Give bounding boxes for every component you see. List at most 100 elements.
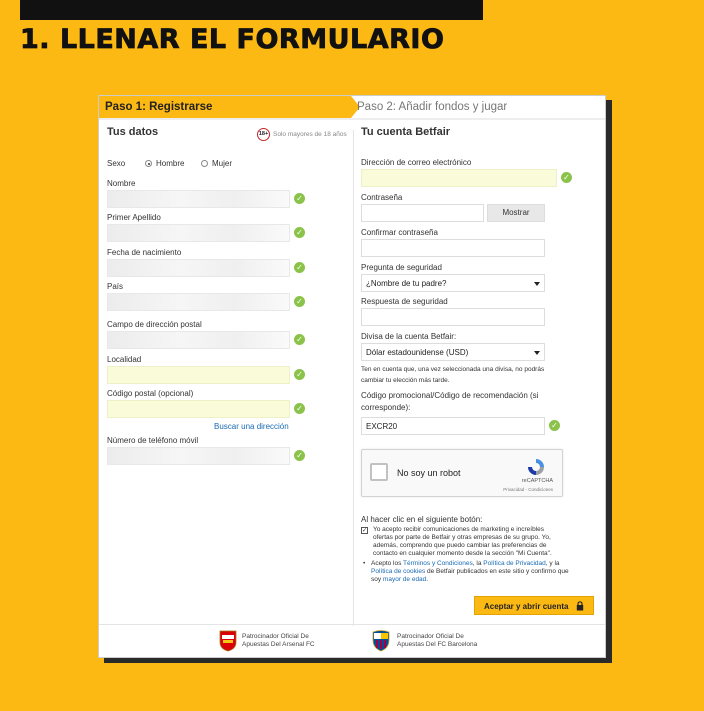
promo-input[interactable]: EXCR20 [361, 417, 545, 435]
accept-open-account-button[interactable]: Aceptar y abrir cuenta [474, 596, 594, 615]
mostrar-button[interactable]: Mostrar [487, 204, 545, 222]
apellido-input[interactable] [107, 224, 290, 242]
radio-mujer[interactable]: Mujer [201, 159, 232, 168]
radio-button-mujer[interactable] [201, 160, 208, 167]
promo-label: Código promocional/Código de recomendaci… [361, 390, 538, 414]
marketing-consent-text: Yo acepto recibir comunicaciones de mark… [373, 526, 552, 558]
personal-details-section: Tus datos 18+ Solo mayores de 18 años Se… [107, 126, 347, 465]
account-section: Tu cuenta Betfair Dirección de correo el… [361, 126, 601, 615]
marketing-line3: además, comprendo que puedo cambiar las … [373, 542, 547, 549]
codigo-postal-label: Código postal (opcional) [107, 389, 194, 398]
chevron-down-icon [534, 351, 540, 355]
age-restriction-note: 18+ Solo mayores de 18 años [257, 128, 347, 141]
pais-valid-icon: ✓ [294, 296, 305, 307]
lock-icon [576, 601, 584, 611]
privacidad-link[interactable]: Política de Privacidad [483, 560, 546, 567]
recaptcha-widget: No soy un robot reCAPTCHA Privacidad - C… [361, 449, 563, 497]
fecha-nacimiento-input[interactable] [107, 259, 290, 277]
marketing-line2: ofertas por parte de Betfair y otras emp… [373, 534, 551, 541]
email-label: Dirección de correo electrónico [361, 158, 472, 167]
step-bar: Paso 1: Registrarse Paso 2: Añadir fondo… [99, 96, 605, 120]
codigo-postal-input[interactable] [107, 400, 290, 418]
terms-text-d: de Betfair publicados en este sitio y co… [425, 568, 569, 575]
age-note-text: Solo mayores de 18 años [273, 131, 347, 138]
sexo-label: Sexo [107, 159, 126, 168]
direccion-valid-icon: ✓ [294, 334, 305, 345]
divisa-note-line2: cambiar tu elección más tarde. [361, 377, 450, 384]
terms-text-f: . [426, 576, 429, 583]
terms-text-c: , y la [545, 560, 560, 567]
promo-label-line2: corresponde): [361, 403, 411, 412]
section-title-cuenta: Tu cuenta Betfair [361, 126, 451, 138]
respuesta-input[interactable] [361, 308, 545, 326]
apellido-valid-icon: ✓ [294, 227, 305, 238]
fecha-nacimiento-label: Fecha de nacimiento [107, 248, 182, 257]
telefono-label: Número de teléfono móvil [107, 436, 199, 445]
terms-bullet: • [363, 560, 366, 567]
codigo-postal-valid-icon: ✓ [294, 403, 305, 414]
step-divider [99, 118, 605, 120]
respuesta-label: Respuesta de seguridad [361, 297, 448, 306]
marketing-line1: Yo acepto recibir comunicaciones de mark… [373, 526, 545, 533]
cookies-link[interactable]: Política de cookies [371, 568, 425, 575]
chevron-down-icon [534, 282, 540, 286]
marketing-checkbox[interactable]: ✓ [361, 527, 368, 534]
recaptcha-terms-link[interactable]: Privacidad - Condiciones [503, 487, 553, 492]
arsenal-line1: Patrocinador Oficial De [242, 633, 309, 640]
marketing-line4: contacto en cualquier momento desde la s… [373, 550, 552, 557]
barca-line2: Apuestas Del FC Barcelona [397, 641, 478, 648]
direccion-input[interactable] [107, 331, 290, 349]
radio-button-hombre[interactable] [145, 160, 152, 167]
confirmar-input[interactable] [361, 239, 545, 257]
buscar-direccion-link[interactable]: Buscar una dirección [214, 422, 289, 431]
promo-valid-icon: ✓ [549, 420, 560, 431]
top-banner-bar [20, 0, 483, 20]
al-hacer-clic-label: Al hacer clic en el siguiente botón: [361, 515, 483, 524]
radio-label-mujer: Mujer [212, 159, 233, 168]
column-divider [353, 130, 354, 626]
nombre-input[interactable] [107, 190, 290, 208]
confirmar-label: Confirmar contraseña [361, 228, 438, 237]
pregunta-value: ¿Nombre de tu padre? [366, 279, 447, 288]
recaptcha-checkbox[interactable] [370, 463, 388, 481]
arsenal-line2: Apuestas Del Arsenal FC [242, 641, 315, 648]
terminos-link[interactable]: Términos y Condiciones [403, 560, 473, 567]
fc-barcelona-crest-icon [372, 630, 390, 652]
terms-text-b: , la [472, 560, 484, 567]
accept-button-label: Aceptar y abrir cuenta [484, 602, 569, 611]
step-1-tab[interactable]: Paso 1: Registrarse [99, 96, 351, 118]
direccion-label: Campo de dirección postal [107, 320, 202, 329]
divisa-value: Dólar estadounidense (USD) [366, 348, 469, 357]
arsenal-sponsor-text: Patrocinador Oficial De Apuestas Del Ars… [242, 633, 315, 649]
contrasena-label: Contraseña [361, 193, 403, 202]
localidad-label: Localidad [107, 355, 142, 364]
step-2-tab[interactable]: Paso 2: Añadir fondos y jugar [357, 101, 507, 113]
page-headline: 1. LLENAR EL FORMULARIO [20, 24, 445, 56]
nombre-label: Nombre [107, 179, 136, 188]
terms-text: Acepto los Términos y Condiciones, la Po… [371, 560, 601, 584]
recaptcha-label: No soy un robot [397, 468, 461, 478]
radio-label-hombre: Hombre [156, 159, 185, 168]
pregunta-label: Pregunta de seguridad [361, 263, 442, 272]
promo-value: EXCR20 [366, 422, 398, 431]
localidad-input[interactable] [107, 366, 290, 384]
mayor-edad-link[interactable]: mayor de edad [383, 576, 426, 583]
telefono-valid-icon: ✓ [294, 450, 305, 461]
terms-text-e: soy [371, 576, 383, 583]
contrasena-input[interactable] [361, 204, 484, 222]
pais-select[interactable] [107, 293, 290, 311]
barca-line1: Patrocinador Oficial De [397, 633, 464, 640]
fecha-valid-icon: ✓ [294, 262, 305, 273]
email-valid-icon: ✓ [561, 172, 572, 183]
email-input[interactable] [361, 169, 557, 187]
divisa-note-line1: Ten en cuenta que, una vez seleccionada … [361, 366, 545, 373]
radio-hombre[interactable]: Hombre [145, 159, 184, 168]
telefono-input[interactable] [107, 447, 290, 465]
divisa-select[interactable]: Dólar estadounidense (USD) [361, 343, 545, 361]
recaptcha-logo-icon [528, 459, 544, 475]
pais-label: País [107, 282, 124, 291]
pregunta-select[interactable]: ¿Nombre de tu padre? [361, 274, 545, 292]
arsenal-crest-icon [219, 630, 237, 652]
promo-label-line1: Código promocional/Código de recomendaci… [361, 391, 539, 400]
localidad-valid-icon: ✓ [294, 369, 305, 380]
